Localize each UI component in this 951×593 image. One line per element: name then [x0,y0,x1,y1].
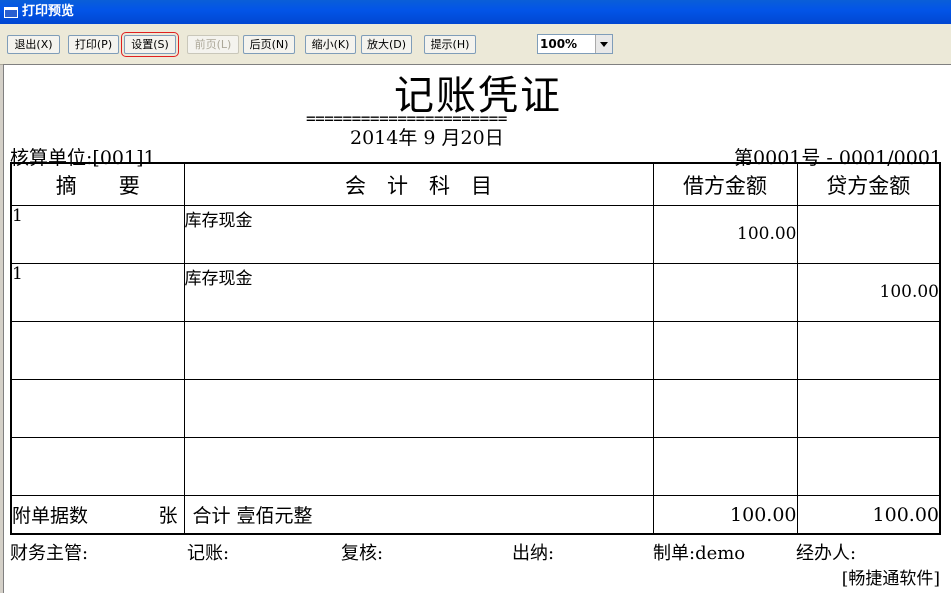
cell-account [183,437,654,496]
cell-debit: 100.00 [652,205,798,264]
software-brand: [畅捷通软件] [841,569,940,589]
print-button[interactable]: 打印(P) [68,35,119,54]
total-debit: 100.00 [652,495,798,535]
table-row: 1 库存现金 100.00 [10,263,941,322]
cell-debit [652,379,798,438]
header-debit: 借方金额 [652,162,798,206]
footer-handler: 经办人: [796,543,857,564]
attachments-unit: 张 [158,505,178,527]
total-row: 附单据数 张 合计 壹佰元整 100.00 100.00 [10,495,941,535]
cell-account [183,379,654,438]
cell-credit [796,379,941,438]
credit-amount [798,206,940,224]
hint-button[interactable]: 提示(H) [424,35,476,54]
chevron-down-icon[interactable] [595,35,612,53]
header-account: 会 计 科 目 [183,162,654,206]
debit-amount [654,322,797,340]
table-row [10,437,941,496]
toolbar: 退出(X) 打印(P) 设置(S) 前页(L) 后页(N) 缩小(K) 放大(D… [0,24,951,65]
next-page-button[interactable]: 后页(N) [243,35,295,54]
debit-amount [654,264,797,282]
debit-amount [654,380,797,398]
debit-amount [654,438,797,456]
debit-amount: 100.00 [737,224,797,244]
footer-reviewer: 复核: [341,543,384,564]
footer-bookkeeper: 记账: [187,543,230,564]
credit-amount [798,380,940,398]
cell-summary [10,321,185,380]
footer-supervisor: 财务主管: [10,543,89,564]
window-icon [4,7,18,18]
header-credit: 贷方金额 [796,162,941,206]
voucher-date: 2014年 9 月20日 [350,127,504,149]
footer-cashier: 出纳: [512,543,555,564]
cell-credit [796,437,941,496]
setup-button[interactable]: 设置(S) [121,32,179,57]
total-label: 合计 壹佰元整 [183,495,654,535]
header-summary: 摘 要 [10,162,185,206]
cell-summary: 1 [10,205,185,264]
exit-button[interactable]: 退出(X) [7,35,60,54]
footer-preparer: 制单:demo [653,543,746,564]
window-titlebar: 打印预览 [0,0,951,24]
cell-credit [796,321,941,380]
cell-account: 库存现金 [183,205,654,264]
cell-account: 库存现金 [183,263,654,322]
table-row: 1 库存现金 100.00 [10,205,941,264]
credit-amount: 100.00 [879,282,939,302]
zoom-in-button[interactable]: 放大(D) [361,35,412,54]
cell-debit [652,437,798,496]
zoom-select[interactable]: 100% [537,34,613,54]
cell-debit [652,321,798,380]
cell-summary: 1 [10,263,185,322]
print-preview-page: 记账凭证 ====================== 2014年 9 月20日… [3,64,951,593]
zoom-out-button[interactable]: 缩小(K) [305,35,356,54]
attachments-cell: 附单据数 张 [10,495,185,535]
window-title: 打印预览 [22,4,75,19]
cell-credit [796,205,941,264]
attachments-label: 附单据数 [12,505,89,527]
cell-account [183,321,654,380]
voucher-table: 摘 要 会 计 科 目 借方金额 贷方金额 1 库存现金 100.00 1 库存… [10,162,941,535]
table-row [10,379,941,438]
prev-page-button[interactable]: 前页(L) [187,35,239,54]
total-credit: 100.00 [796,495,941,535]
credit-amount [798,322,940,340]
cell-credit: 100.00 [796,263,941,322]
table-row [10,321,941,380]
cell-summary [10,437,185,496]
credit-amount [798,438,940,456]
cell-summary [10,379,185,438]
cell-debit [652,263,798,322]
zoom-value: 100% [540,37,578,51]
